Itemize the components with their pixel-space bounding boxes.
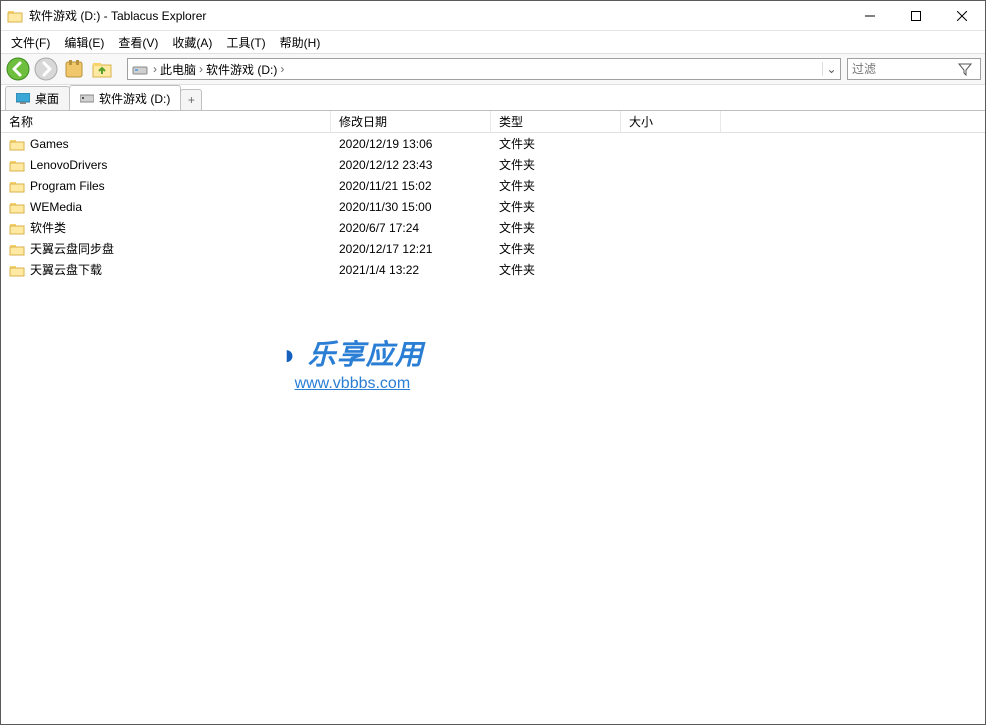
file-type: 文件夹 [491,134,621,153]
titlebar: 软件游戏 (D:) - Tablacus Explorer [1,1,985,31]
col-header-date[interactable]: 修改日期 [331,111,491,132]
file-list[interactable]: Games2020/12/19 13:06文件夹LenovoDrivers202… [1,133,985,724]
file-name: Games [30,137,69,151]
up-button[interactable] [89,56,115,82]
app-window: 软件游戏 (D:) - Tablacus Explorer 文件(F) 编辑(E… [0,0,986,725]
col-header-size[interactable]: 大小 [621,111,721,132]
maximize-button[interactable] [893,1,939,30]
table-row[interactable]: Program Files 2020/11/21 15:02文件夹 [1,175,985,196]
folder-icon [9,158,25,172]
file-name: WEMedia [30,200,82,214]
file-name: 软件类 [30,219,66,236]
file-type: 文件夹 [491,197,621,216]
file-date: 2020/6/7 17:24 [331,220,491,236]
chevron-right-icon: › [199,62,203,76]
watermark: ◗ 乐享应用 www.vbbbs.com [281,333,424,393]
file-size [621,164,721,166]
menu-favorites[interactable]: 收藏(A) [166,32,218,53]
folder-icon [9,242,25,256]
col-header-name[interactable]: 名称 [1,111,331,132]
menu-edit[interactable]: 编辑(E) [58,32,110,53]
address-dropdown[interactable]: ⌄ [822,62,840,76]
file-name: LenovoDrivers [30,158,107,172]
app-icon [7,8,23,24]
folder-icon [9,221,25,235]
table-row[interactable]: WEMedia 2020/11/30 15:00文件夹 [1,196,985,217]
file-size [621,185,721,187]
file-date: 2020/12/19 13:06 [331,136,491,152]
drive-icon [128,62,152,76]
minimize-button[interactable] [847,1,893,30]
file-size [621,227,721,229]
file-type: 文件夹 [491,176,621,195]
toolbar: › 此电脑 › 软件游戏 (D:) › ⌄ [1,53,985,85]
menu-tools[interactable]: 工具(T) [220,32,271,53]
file-date: 2020/12/12 23:43 [331,157,491,173]
menu-file[interactable]: 文件(F) [5,32,56,53]
file-size [621,206,721,208]
col-header-type[interactable]: 类型 [491,111,621,132]
address-bar[interactable]: › 此电脑 › 软件游戏 (D:) › ⌄ [127,58,841,80]
content-area: 名称 修改日期 类型 大小 Games2020/12/19 13:06文件夹Le… [1,111,985,724]
file-date: 2021/1/4 13:22 [331,262,491,278]
tabbar: 桌面 软件游戏 (D:) + [1,85,985,111]
filter-box [847,58,981,80]
breadcrumb-part[interactable]: 软件游戏 (D:) [204,60,279,79]
folder-icon [9,137,25,151]
column-headers: 名称 修改日期 类型 大小 [1,111,985,133]
forward-button[interactable] [33,56,59,82]
history-button[interactable] [61,56,87,82]
tab-label: 软件游戏 (D:) [99,90,170,107]
tab-desktop[interactable]: 桌面 [5,86,70,110]
file-name: 天翼云盘下载 [30,261,102,278]
menu-view[interactable]: 查看(V) [112,32,164,53]
window-controls [847,1,985,30]
breadcrumb-part[interactable]: 此电脑 [158,60,198,79]
file-type: 文件夹 [491,239,621,258]
file-date: 2020/11/21 15:02 [331,178,491,194]
tab-drive[interactable]: 软件游戏 (D:) [69,85,181,110]
file-size [621,248,721,250]
file-type: 文件夹 [491,155,621,174]
table-row[interactable]: 天翼云盘同步盘 2020/12/17 12:21文件夹 [1,238,985,259]
table-row[interactable]: LenovoDrivers 2020/12/12 23:43文件夹 [1,154,985,175]
folder-icon [9,179,25,193]
file-type: 文件夹 [491,260,621,279]
file-date: 2020/12/17 12:21 [331,241,491,257]
folder-icon [9,200,25,214]
table-row[interactable]: 天翼云盘下载 2021/1/4 13:22文件夹 [1,259,985,280]
new-tab-button[interactable]: + [180,89,202,110]
drive-icon [80,92,94,104]
folder-icon [9,263,25,277]
tab-label: 桌面 [35,90,59,107]
file-type: 文件夹 [491,218,621,237]
file-name: 天翼云盘同步盘 [30,240,114,257]
table-row[interactable]: 软件类 2020/6/7 17:24文件夹 [1,217,985,238]
chevron-right-icon: › [280,62,284,76]
window-title: 软件游戏 (D:) - Tablacus Explorer [29,7,847,24]
file-date: 2020/11/30 15:00 [331,199,491,215]
menubar: 文件(F) 编辑(E) 查看(V) 收藏(A) 工具(T) 帮助(H) [1,31,985,53]
filter-input[interactable] [848,62,958,76]
file-size [621,269,721,271]
back-button[interactable] [5,56,31,82]
file-name: Program Files [30,179,105,193]
chevron-right-icon: › [153,62,157,76]
file-size [621,143,721,145]
menu-help[interactable]: 帮助(H) [274,32,327,53]
filter-icon[interactable] [958,62,978,76]
close-button[interactable] [939,1,985,30]
table-row[interactable]: Games 2020/12/19 13:06文件夹 [1,133,985,154]
breadcrumb: › 此电脑 › 软件游戏 (D:) › [152,60,822,79]
desktop-icon [16,93,30,105]
